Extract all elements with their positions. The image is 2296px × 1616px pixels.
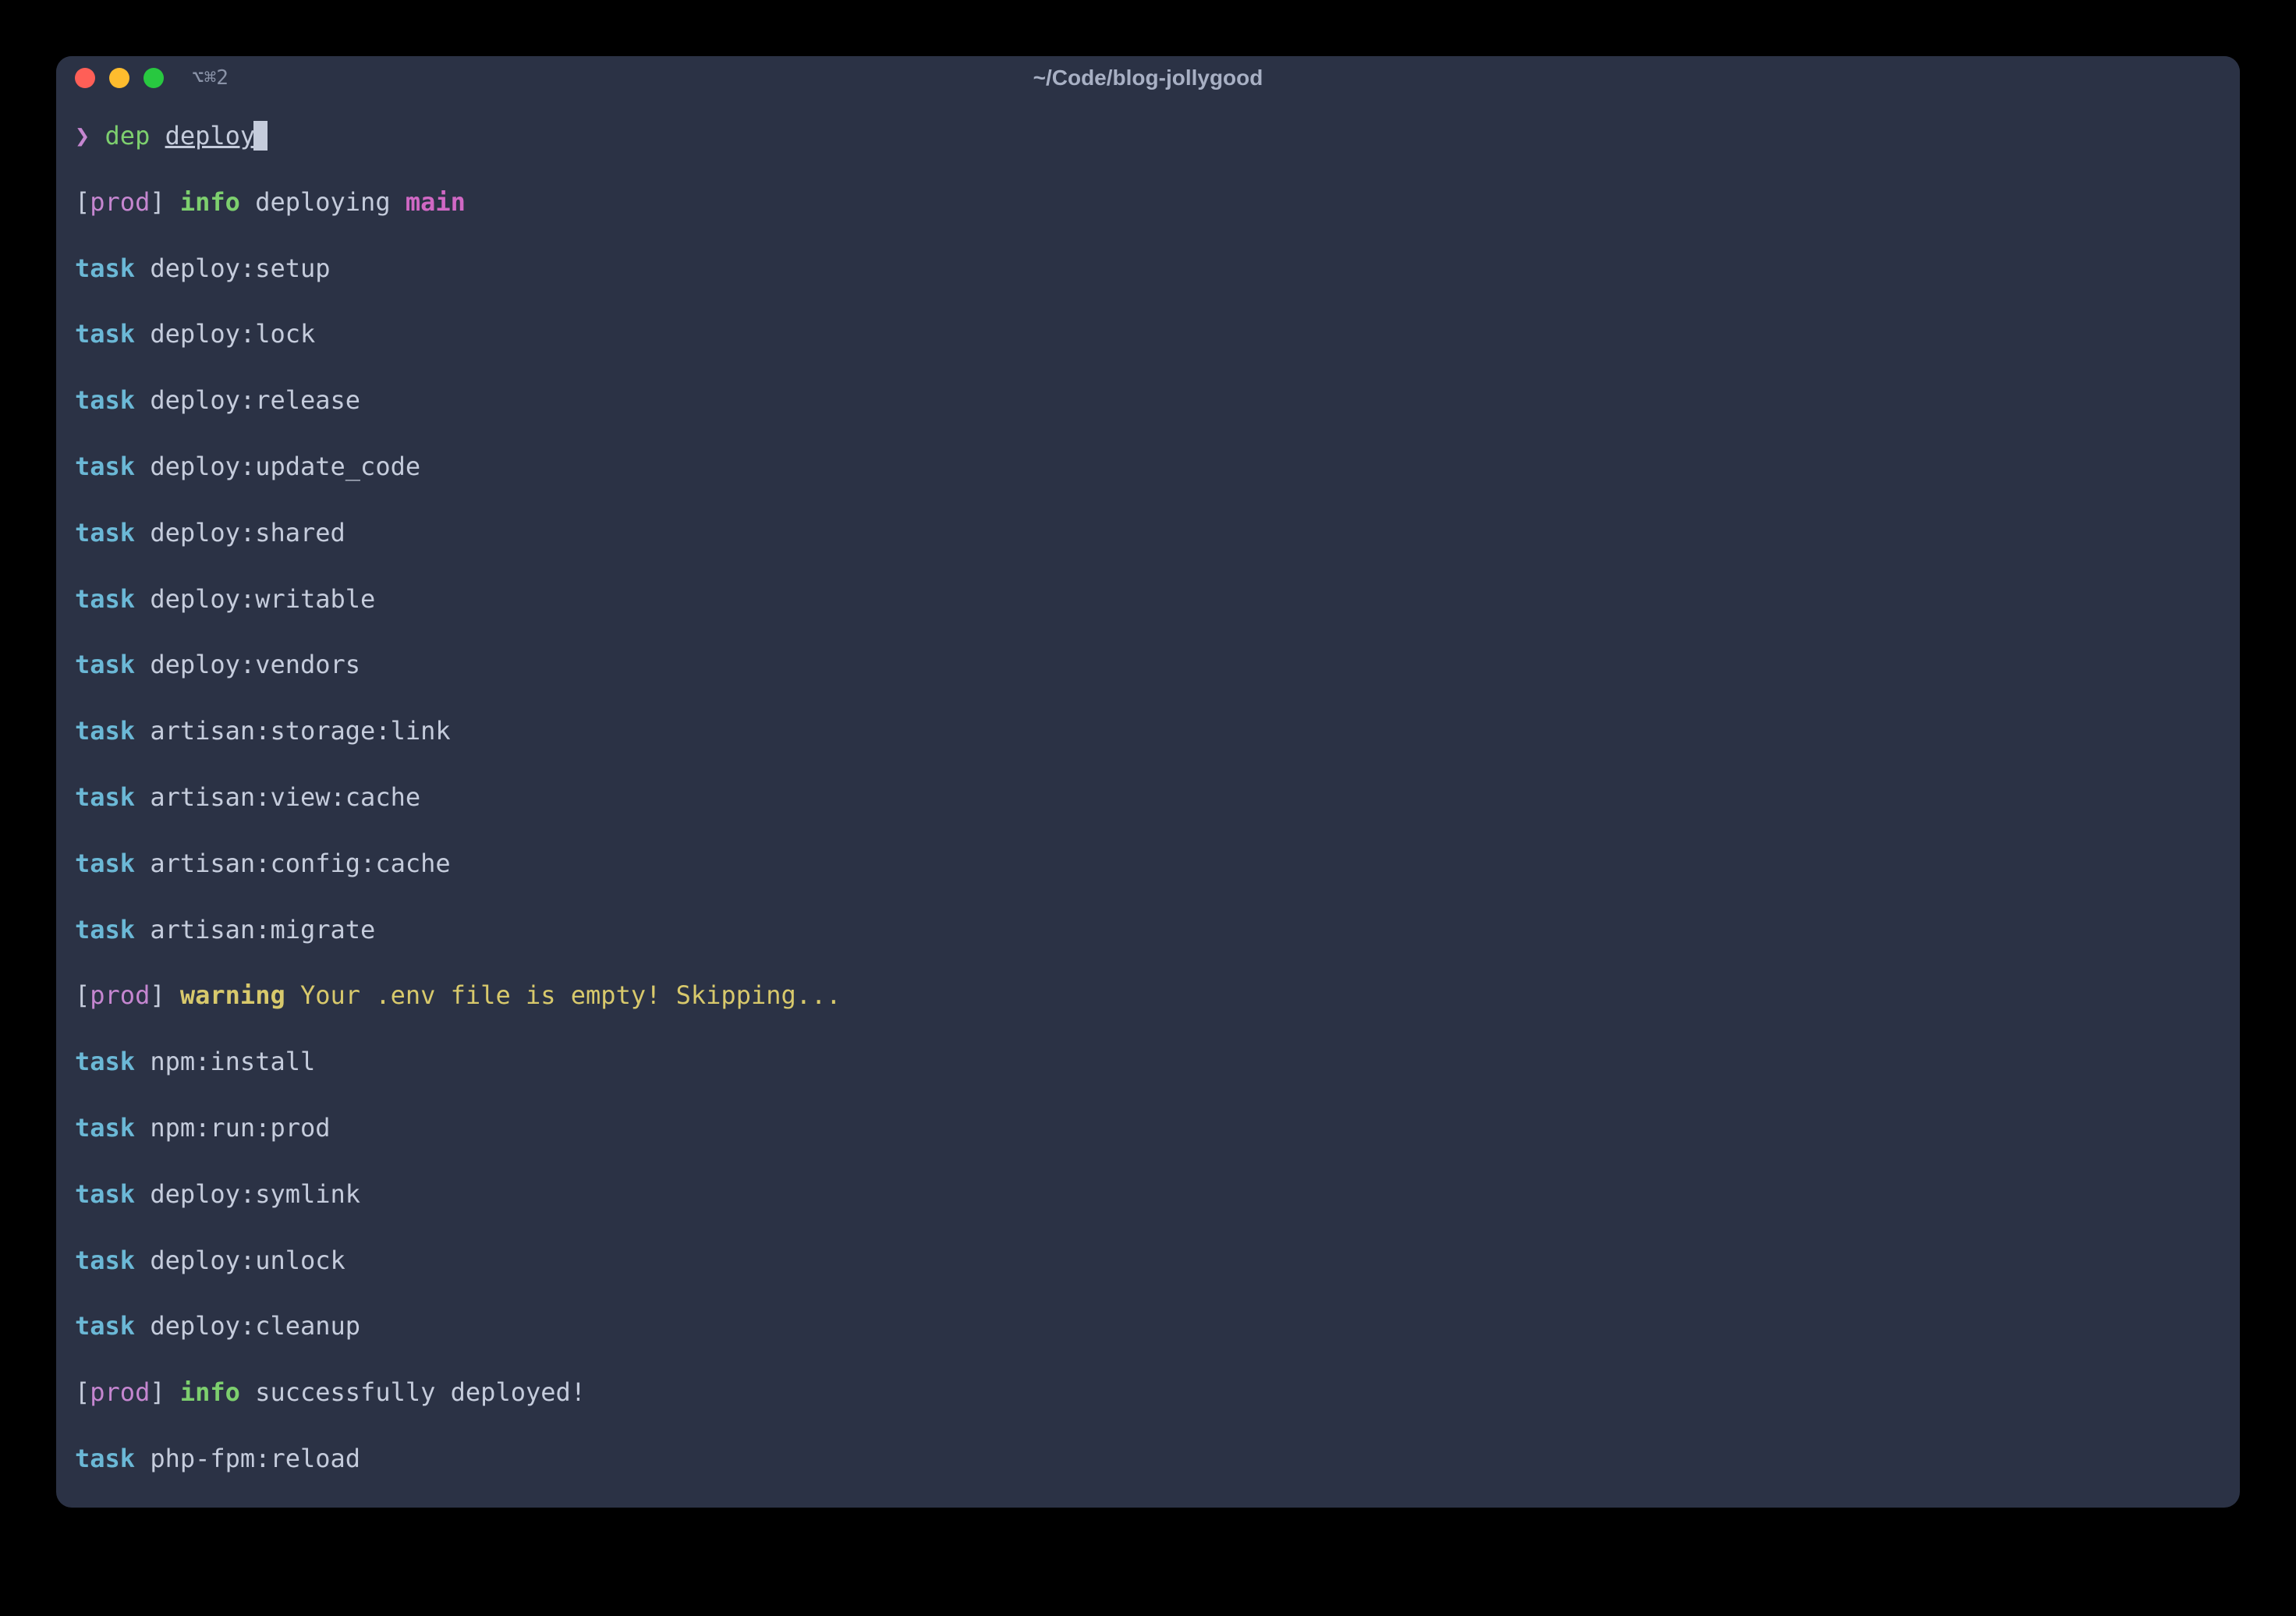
task-label: task [75, 1246, 135, 1275]
output-line: task deploy:lock [75, 317, 2221, 352]
task-name: deploy:shared [150, 518, 345, 548]
window-title: ~/Code/blog-jollygood [1033, 66, 1263, 90]
info-label: info [180, 1377, 240, 1407]
output-line: task artisan:migrate [75, 913, 2221, 948]
host-label: prod [90, 1377, 150, 1407]
task-label: task [75, 253, 135, 283]
bracket-close: ] [150, 1377, 165, 1407]
task-name: deploy:unlock [150, 1246, 345, 1275]
task-label: task [75, 518, 135, 548]
terminal-body[interactable]: ❯ dep deploy [prod] info deploying maint… [56, 100, 2240, 1508]
output-line: task deploy:release [75, 383, 2221, 418]
warning-label: warning [180, 980, 285, 1010]
output-line: task deploy:unlock [75, 1243, 2221, 1278]
task-name: php-fpm:reload [150, 1444, 360, 1473]
task-label: task [75, 319, 135, 349]
task-label: task [75, 1444, 135, 1473]
info-text: deploying [255, 187, 390, 217]
close-icon[interactable] [75, 68, 95, 88]
warning-text: Your .env file is empty! Skipping... [300, 980, 842, 1010]
output-line: task deploy:shared [75, 516, 2221, 551]
bracket-open: [ [75, 980, 90, 1010]
task-label: task [75, 650, 135, 679]
terminal-window: ⌥⌘2 ~/Code/blog-jollygood ❯ dep deploy [… [56, 56, 2240, 1508]
traffic-lights [75, 68, 164, 88]
cursor-icon [253, 121, 268, 151]
task-label: task [75, 849, 135, 878]
output-line: task deploy:vendors [75, 647, 2221, 682]
task-name: deploy:release [150, 385, 360, 415]
output-line: task deploy:update_code [75, 449, 2221, 484]
task-label: task [75, 782, 135, 812]
tab-indicator: ⌥⌘2 [192, 66, 229, 90]
task-label: task [75, 584, 135, 614]
task-name: deploy:writable [150, 584, 375, 614]
task-name: npm:run:prod [150, 1113, 330, 1143]
branch-name: main [406, 187, 466, 217]
output-line: task artisan:view:cache [75, 780, 2221, 815]
task-name: npm:install [150, 1047, 315, 1076]
command-name: dep [105, 121, 151, 151]
output-line: task npm:install [75, 1044, 2221, 1079]
titlebar: ⌥⌘2 ~/Code/blog-jollygood [56, 56, 2240, 100]
task-name: artisan:view:cache [150, 782, 420, 812]
task-name: deploy:update_code [150, 452, 420, 481]
info-text: successfully deployed! [255, 1377, 586, 1407]
bracket-open: [ [75, 1377, 90, 1407]
task-label: task [75, 716, 135, 746]
output-line: task deploy:symlink [75, 1177, 2221, 1212]
task-name: deploy:symlink [150, 1179, 360, 1209]
output-line: [prod] warning Your .env file is empty! … [75, 978, 2221, 1013]
bracket-close: ] [150, 187, 165, 217]
output-line: task artisan:config:cache [75, 846, 2221, 881]
bracket-open: [ [75, 187, 90, 217]
task-label: task [75, 385, 135, 415]
prompt-caret: ❯ [75, 121, 90, 151]
output-line: task artisan:storage:link [75, 714, 2221, 749]
host-label: prod [90, 187, 150, 217]
minimize-icon[interactable] [109, 68, 129, 88]
task-label: task [75, 1113, 135, 1143]
task-name: artisan:config:cache [150, 849, 450, 878]
prompt-line: ❯ dep deploy [75, 119, 2221, 154]
info-label: info [180, 187, 240, 217]
output-line: [prod] info successfully deployed! [75, 1375, 2221, 1410]
output-line: task npm:run:prod [75, 1111, 2221, 1146]
output-line: task deploy:cleanup [75, 1309, 2221, 1344]
command-arg: deploy [165, 121, 256, 151]
task-label: task [75, 1311, 135, 1341]
task-name: artisan:migrate [150, 915, 375, 944]
bracket-close: ] [150, 980, 165, 1010]
output-line: [prod] info deploying main [75, 185, 2221, 220]
task-label: task [75, 1047, 135, 1076]
task-name: deploy:lock [150, 319, 315, 349]
output-line: task php-fpm:reload [75, 1441, 2221, 1476]
task-name: artisan:storage:link [150, 716, 450, 746]
output-line: task deploy:setup [75, 251, 2221, 286]
task-name: deploy:vendors [150, 650, 360, 679]
task-name: deploy:cleanup [150, 1311, 360, 1341]
task-label: task [75, 915, 135, 944]
task-name: deploy:setup [150, 253, 330, 283]
maximize-icon[interactable] [144, 68, 164, 88]
output-line: task deploy:writable [75, 582, 2221, 617]
host-label: prod [90, 980, 150, 1010]
task-label: task [75, 452, 135, 481]
task-label: task [75, 1179, 135, 1209]
